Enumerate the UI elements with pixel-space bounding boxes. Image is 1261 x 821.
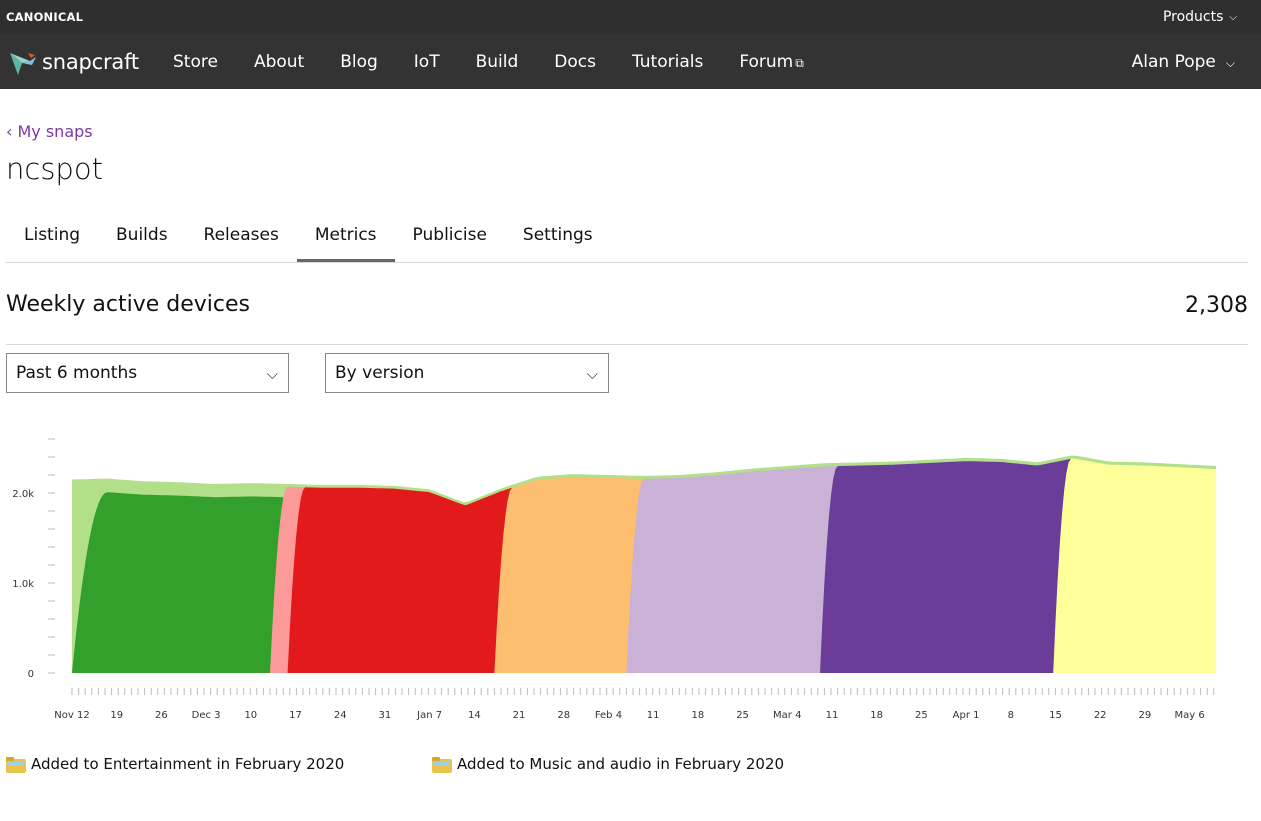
x-tick-label: 21: [513, 710, 526, 721]
nav-store[interactable]: Store: [155, 35, 236, 89]
tab-settings[interactable]: Settings: [505, 212, 611, 262]
nav-iot[interactable]: IoT: [396, 35, 458, 89]
products-menu[interactable]: Products ⌵: [1163, 9, 1237, 25]
annotation-entertainment: Added to Entertainment in February 2020: [6, 755, 344, 773]
tab-builds[interactable]: Builds: [98, 212, 186, 262]
x-tick-label: 29: [1139, 710, 1152, 721]
logo-text: snapcraft: [42, 50, 139, 74]
annotation-date: February 2020: [674, 755, 785, 773]
group-select-value: By version: [335, 363, 425, 383]
x-tick-label: 22: [1094, 710, 1107, 721]
x-tick-label: 18: [870, 710, 883, 721]
chevron-down-icon: ⌵: [586, 365, 598, 383]
chevron-down-icon: ⌵: [1225, 56, 1235, 70]
x-tick-label: Nov 12: [54, 710, 89, 721]
x-tick-label: 11: [647, 710, 660, 721]
period-select-value: Past 6 months: [16, 363, 138, 383]
y-tick-label: 2.0k: [12, 489, 34, 500]
external-link-icon: ⧉: [795, 56, 804, 70]
annotation-mid: in: [656, 755, 670, 773]
tab-publicise[interactable]: Publicise: [395, 212, 505, 262]
metric-title: Weekly active devices: [6, 292, 250, 317]
annotation-prefix: Added to: [31, 755, 99, 773]
canonical-brand[interactable]: CANONICAL: [6, 10, 83, 24]
x-tick-label: Apr 1: [953, 710, 980, 721]
annotation-music-and-audio: Added to Music and audio in February 202…: [432, 755, 784, 773]
weekly-active-devices-chart: 0 1.0k 2.0k Nov 12 19 26 Dec 3 10 17 24 31 Jan 7 14 2…: [12, 438, 1216, 721]
x-tick-label: 10: [244, 710, 257, 721]
nav-forum[interactable]: Forum ⧉: [721, 35, 821, 89]
products-label: Products: [1162, 9, 1224, 25]
x-tick-label: Jan 7: [416, 710, 442, 721]
group-select[interactable]: By version ⌵: [325, 353, 609, 393]
annotation-category: Entertainment: [103, 755, 212, 773]
annotation-prefix: Added to: [457, 755, 525, 773]
snap-tabs: Listing Builds Releases Metrics Publicis…: [6, 212, 1248, 263]
y-tick-label: 1.0k: [12, 579, 34, 590]
nav-forum-label: Forum: [739, 52, 794, 72]
snap-title: ncspot: [6, 152, 103, 186]
tab-releases[interactable]: Releases: [186, 212, 297, 262]
nav-blog[interactable]: Blog: [322, 35, 396, 89]
x-tick-label: 26: [155, 710, 168, 721]
area-series: [287, 487, 512, 673]
metric-header: Weekly active devices 2,308: [6, 288, 1248, 345]
tab-listing[interactable]: Listing: [6, 212, 98, 262]
period-select[interactable]: Past 6 months ⌵: [6, 353, 289, 393]
nav-build[interactable]: Build: [458, 35, 537, 89]
x-tick-label: 14: [468, 710, 481, 721]
nav-about[interactable]: About: [236, 35, 322, 89]
x-tick-label: 25: [915, 710, 928, 721]
x-tick-label: Mar 4: [773, 710, 801, 721]
x-tick-label: 8: [1008, 710, 1014, 721]
tab-metrics[interactable]: Metrics: [296, 212, 395, 262]
area-series: [820, 458, 1071, 673]
nav-items: Store About Blog IoT Build Docs Tutorial…: [155, 35, 822, 89]
x-tick-label: 19: [110, 710, 123, 721]
nav-docs[interactable]: Docs: [536, 35, 614, 89]
annotation-mid: in: [216, 755, 231, 773]
x-tick-label: 17: [289, 710, 302, 721]
metric-value: 2,308: [1185, 293, 1248, 318]
area-series: [626, 466, 838, 673]
nav-tutorials[interactable]: Tutorials: [614, 35, 721, 89]
y-tick-label: 0: [28, 669, 34, 680]
x-tick-label: 11: [826, 710, 839, 721]
x-tick-label: Dec 3: [192, 710, 221, 721]
x-tick-label: 28: [557, 710, 570, 721]
folder-icon: [6, 757, 26, 773]
x-tick-label: 25: [736, 710, 749, 721]
x-tick-label: Feb 4: [595, 710, 622, 721]
snapcraft-logo[interactable]: snapcraft: [8, 47, 139, 77]
chevron-down-icon: ⌵: [266, 365, 278, 383]
folder-icon: [432, 757, 452, 773]
snapcraft-bird-icon: [10, 53, 36, 75]
area-series: [494, 477, 644, 673]
x-tick-label: May 6: [1174, 710, 1204, 721]
user-menu[interactable]: Alan Pope ⌵: [1132, 35, 1235, 89]
annotation-date: February 2020: [234, 755, 345, 773]
annotation-category: Music and audio: [529, 755, 652, 773]
back-to-my-snaps-link[interactable]: ‹ My snaps: [6, 122, 93, 141]
x-tick-label: 31: [379, 710, 392, 721]
main-navbar: snapcraft Store About Blog IoT Build Doc…: [0, 35, 1261, 89]
global-topbar: CANONICAL Products ⌵: [0, 0, 1261, 35]
chevron-down-icon: ⌵: [1229, 12, 1237, 23]
user-name: Alan Pope: [1131, 52, 1216, 72]
x-tick-label: 24: [334, 710, 347, 721]
area-series: [1053, 458, 1216, 673]
area-series: [72, 492, 288, 673]
x-tick-label: 18: [691, 710, 704, 721]
x-tick-label: 15: [1049, 710, 1062, 721]
